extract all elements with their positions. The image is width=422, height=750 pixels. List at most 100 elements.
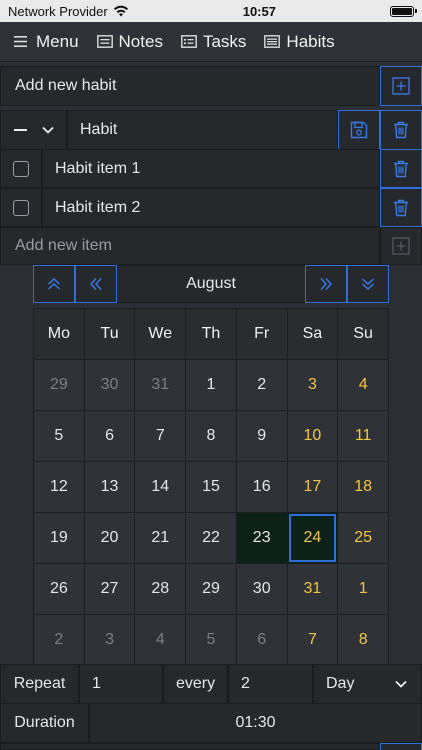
item-label: Habit item 1 (55, 159, 141, 177)
calendar-day[interactable]: 14 (135, 462, 186, 512)
calendar-day[interactable]: 3 (287, 360, 338, 410)
calendar-day[interactable]: 29 (34, 360, 84, 410)
nav-tasks[interactable]: Tasks (181, 32, 246, 52)
calendar-day[interactable]: 2 (34, 615, 84, 665)
calendar-day[interactable]: 26 (34, 564, 84, 614)
partial-row-cell (0, 743, 380, 750)
calendar-day[interactable]: 17 (287, 462, 338, 512)
weekday-header: Tu (84, 309, 135, 359)
repeat-count-input[interactable]: 1 (79, 664, 163, 704)
prev-month-button[interactable] (75, 265, 117, 303)
calendar-day[interactable]: 19 (34, 513, 84, 563)
calendar-day[interactable]: 10 (287, 411, 338, 461)
trash-icon (394, 121, 408, 139)
item-checkbox[interactable] (0, 149, 42, 188)
duration-input[interactable]: 01:30 (89, 703, 422, 743)
calendar-day[interactable]: 16 (236, 462, 287, 512)
chevron-down-icon (41, 126, 54, 134)
item-label-field[interactable]: Habit item 2 (42, 188, 380, 227)
calendar-day[interactable]: 2 (236, 360, 287, 410)
calendar-day[interactable]: 13 (84, 462, 135, 512)
calendar-day[interactable]: 21 (135, 513, 186, 563)
save-habit-button[interactable] (338, 110, 380, 150)
battery-icon (389, 5, 417, 17)
duration-value: 01:30 (235, 714, 276, 731)
task-icon (181, 35, 197, 48)
duration-row: Duration 01:30 (0, 703, 422, 743)
delete-item-button[interactable] (380, 149, 422, 188)
list-item: Habit item 2 (0, 188, 422, 227)
add-item-button[interactable] (380, 227, 422, 265)
calendar-day[interactable]: 30 (84, 360, 135, 410)
double-chevron-right-icon (320, 278, 332, 290)
calendar-day[interactable]: 24 (287, 513, 338, 563)
calendar-day[interactable]: 6 (236, 615, 287, 665)
add-habit-button[interactable] (380, 66, 422, 106)
duration-label: Duration (0, 703, 89, 743)
calendar-day[interactable]: 25 (338, 513, 388, 563)
calendar-day[interactable]: 4 (338, 360, 388, 410)
calendar-day[interactable]: 29 (186, 564, 236, 614)
note-icon (96, 35, 113, 48)
calendar-day[interactable]: 11 (338, 411, 388, 461)
repeat-interval-input[interactable]: 2 (228, 664, 313, 704)
plus-square-icon (392, 77, 410, 95)
item-label-field[interactable]: Habit item 1 (42, 149, 380, 188)
minus-icon (13, 129, 27, 131)
calendar-day[interactable]: 3 (84, 615, 135, 665)
calendar-day[interactable]: 30 (236, 564, 287, 614)
calendar-day[interactable]: 5 (186, 615, 236, 665)
calendar-day[interactable]: 8 (186, 411, 236, 461)
item-checkbox[interactable] (0, 188, 42, 227)
calendar-day[interactable]: 23 (236, 513, 287, 563)
add-habit-input[interactable]: Add new habit (0, 66, 380, 106)
top-nav: Menu Notes Tasks Habits (0, 22, 422, 62)
nav-notes-label: Notes (118, 31, 163, 51)
calendar-day[interactable]: 1 (338, 564, 388, 614)
status-bar: Network Provider 10:57 (0, 0, 422, 22)
calendar-day[interactable]: 6 (84, 411, 135, 461)
calendar-header: August (33, 265, 389, 303)
nav-menu[interactable]: Menu (14, 32, 79, 52)
prev-year-button[interactable] (33, 265, 75, 303)
repeat-interval-value: 2 (241, 675, 250, 692)
calendar-day[interactable]: 7 (287, 615, 338, 665)
nav-habits[interactable]: Habits (264, 32, 335, 52)
habit-collapse-toggle[interactable] (0, 110, 67, 150)
trash-icon (394, 199, 408, 216)
plus-square-icon (392, 237, 410, 255)
weekday-header: Su (338, 309, 388, 359)
weekday-header: Mo (34, 309, 84, 359)
habit-name-value: Habit (80, 121, 118, 138)
nav-notes[interactable]: Notes (96, 31, 163, 52)
repeat-unit-select[interactable]: Day (313, 664, 422, 704)
calendar-day[interactable]: 31 (135, 360, 186, 410)
habit-name-field[interactable]: Habit (67, 110, 338, 150)
calendar-day[interactable]: 15 (186, 462, 236, 512)
partial-row-button[interactable] (380, 743, 422, 750)
calendar-day[interactable]: 12 (34, 462, 84, 512)
calendar-day[interactable]: 9 (236, 411, 287, 461)
list-item: Habit item 1 (0, 149, 422, 188)
calendar-day[interactable]: 18 (338, 462, 388, 512)
add-item-input[interactable]: Add new item (0, 227, 380, 265)
calendar-day[interactable]: 1 (186, 360, 236, 410)
delete-habit-button[interactable] (380, 110, 422, 150)
save-icon (350, 121, 368, 139)
every-label-text: every (175, 675, 216, 692)
next-month-button[interactable] (305, 265, 347, 303)
calendar-day[interactable]: 27 (84, 564, 135, 614)
delete-item-button[interactable] (380, 188, 422, 227)
calendar-day[interactable]: 28 (135, 564, 186, 614)
calendar-day[interactable]: 5 (34, 411, 84, 461)
calendar-day[interactable]: 4 (135, 615, 186, 665)
calendar-day[interactable]: 31 (287, 564, 338, 614)
calendar-day[interactable]: 20 (84, 513, 135, 563)
calendar-day[interactable]: 8 (338, 615, 388, 665)
nav-menu-label: Menu (36, 31, 79, 51)
checkbox-box (13, 160, 29, 177)
calendar-day[interactable]: 7 (135, 411, 186, 461)
calendar-day[interactable]: 22 (186, 513, 236, 563)
repeat-label-text: Repeat (13, 675, 66, 692)
next-year-button[interactable] (347, 265, 389, 303)
